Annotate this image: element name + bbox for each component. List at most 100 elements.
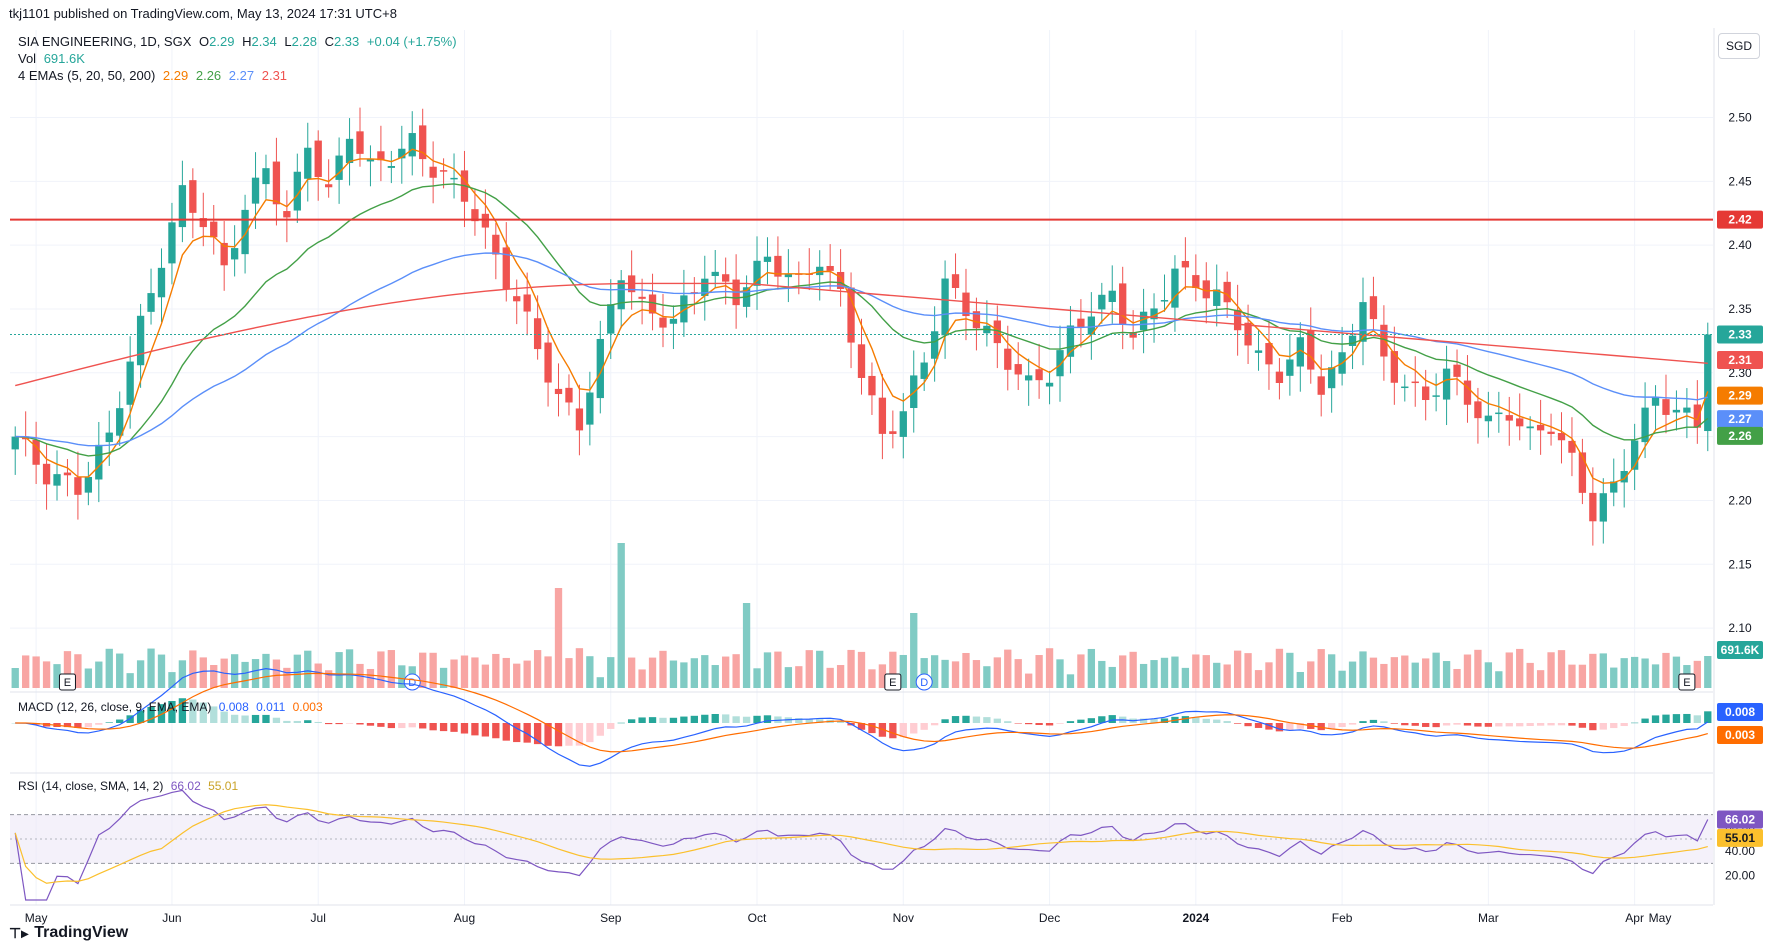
candle-body — [314, 140, 322, 177]
tradingview-logo-icon: ⊤▸ — [9, 924, 29, 941]
macd-histogram-bar — [1254, 723, 1263, 728]
candle-body — [753, 260, 761, 286]
volume-bar — [753, 668, 761, 688]
volume-bar — [857, 651, 866, 688]
candle-body — [1505, 415, 1513, 421]
candle-body — [492, 234, 500, 255]
volume-bar — [32, 656, 40, 688]
candle-body — [251, 177, 260, 204]
candle-body — [230, 248, 239, 260]
macd-histogram-bar — [1463, 723, 1472, 726]
macd-histogram-bar — [1338, 723, 1346, 728]
macd-histogram-bar — [899, 723, 907, 738]
candle-body — [857, 344, 866, 378]
volume-bar — [168, 672, 176, 688]
volume-bar — [993, 657, 1001, 688]
macd-histogram-bar — [460, 723, 469, 734]
candle-body — [439, 170, 448, 172]
candle-body — [513, 296, 521, 302]
candle-body — [1547, 431, 1555, 434]
volume-bar — [199, 657, 207, 688]
macd-histogram-bar — [1526, 723, 1534, 726]
candle-body — [262, 168, 270, 185]
price-chart[interactable]: EDEDE 2.502.452.402.352.302.252.202.152.… — [0, 0, 1778, 950]
volume-bar — [22, 655, 30, 688]
volume-bar — [1202, 655, 1210, 688]
candle-body — [1077, 318, 1085, 328]
volume-bar — [105, 648, 113, 688]
macd-histogram-bar — [1630, 722, 1639, 724]
macd-histogram-bar — [1035, 723, 1043, 726]
macd-histogram-bar — [1683, 713, 1691, 723]
volume-bar — [1442, 661, 1451, 688]
volume-bar — [1223, 664, 1231, 688]
volume-bar — [836, 665, 845, 688]
volume-bar — [1401, 655, 1409, 688]
candle-body — [575, 408, 584, 431]
macd-histogram-bar — [669, 717, 678, 723]
volume-bar — [1704, 656, 1712, 688]
volume-bar — [774, 651, 782, 688]
volume-bar — [1004, 649, 1012, 688]
price-tag-4-text: 2.26 — [1728, 429, 1752, 443]
volume-bar — [335, 652, 343, 688]
volume-bar — [1474, 649, 1482, 688]
volume-bar — [241, 661, 249, 688]
volume-bar — [1422, 658, 1430, 688]
currency-button[interactable]: SGD — [1718, 33, 1760, 59]
macd-histogram-bar — [419, 723, 427, 729]
ohlc-close-label: C — [324, 34, 334, 49]
event-marker-label: D — [408, 677, 416, 689]
macd-histogram-bar — [1401, 723, 1409, 726]
volume-bar — [1275, 648, 1284, 688]
candle-body — [42, 463, 51, 485]
macd-histogram-bar — [617, 722, 625, 724]
volume-bar — [1630, 656, 1639, 688]
macd-histogram-bar — [1432, 723, 1440, 728]
volume-bar — [1077, 654, 1085, 688]
volume-bar — [951, 661, 960, 688]
macd-histogram-bar — [241, 715, 249, 723]
macd-histogram-bar — [1599, 723, 1607, 730]
candle-body — [387, 166, 396, 168]
volume-bar — [910, 613, 918, 688]
macd-histogram-bar — [387, 723, 396, 729]
volume-bar — [533, 650, 542, 688]
candle-body — [1056, 350, 1064, 377]
macd-histogram-bar — [638, 717, 646, 723]
macd-histogram-bar — [1516, 723, 1524, 727]
volume-bar — [722, 656, 730, 688]
macd-histogram-bar — [1610, 723, 1618, 729]
candle-body — [1516, 418, 1524, 427]
volume-bar — [1453, 668, 1461, 688]
rsi-ma-tag-text: 55.01 — [1725, 831, 1755, 845]
volume-bar — [617, 543, 625, 688]
y-axis-tick-label: 2.15 — [1728, 557, 1752, 571]
ema5-line — [15, 148, 1709, 484]
volume-bar — [513, 663, 521, 688]
volume-bar — [1317, 649, 1325, 688]
candle-body — [1599, 493, 1607, 522]
macd-histogram-bar — [983, 717, 991, 723]
candle-body — [889, 431, 897, 434]
candle-body — [951, 274, 960, 288]
volume-bar — [1547, 652, 1555, 688]
candle-body — [1453, 364, 1461, 377]
macd-histogram-bar — [1484, 723, 1493, 727]
rsi-label: RSI (14, close, SMA, 14, 2) — [18, 779, 164, 793]
macd-histogram-bar — [742, 716, 751, 723]
macd-histogram-bar — [889, 723, 897, 739]
volume-bar — [1641, 658, 1649, 688]
volume-bar — [1213, 662, 1221, 688]
candle-body — [53, 474, 61, 486]
x-axis-month-label: Oct — [748, 911, 767, 925]
macd-histogram-bar — [1244, 723, 1252, 727]
candle-body — [1014, 364, 1022, 375]
candle-body — [1108, 290, 1116, 303]
volume-bar — [742, 603, 751, 688]
macd-histogram-bar — [293, 720, 301, 723]
volume-bar — [1254, 670, 1263, 688]
volume-bar — [607, 657, 615, 688]
volume-bar — [1463, 654, 1472, 688]
candle-body — [1254, 350, 1263, 353]
